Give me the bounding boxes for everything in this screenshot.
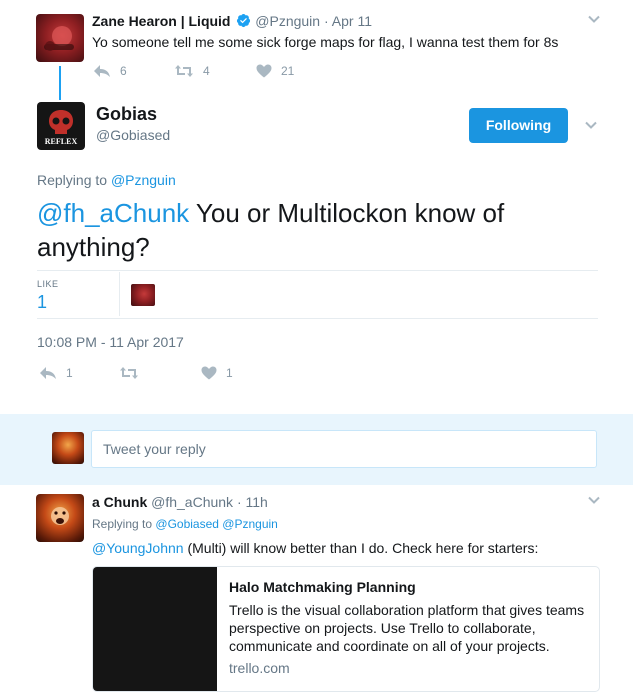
- retweet-icon: [175, 65, 193, 77]
- parent-tweet-header: Zane Hearon | Liquid @Pznguin · Apr 11: [92, 13, 372, 31]
- reply-tweet-text: @YoungJohnn (Multi) will know better tha…: [92, 540, 538, 556]
- stats-top-divider: [37, 270, 598, 271]
- reply-tweet-mention[interactable]: @YoungJohnn: [92, 540, 184, 556]
- card-domain: trello.com: [229, 660, 290, 676]
- parent-author-handle[interactable]: @Pznguin: [255, 13, 320, 29]
- stats-vertical-divider: [119, 272, 120, 316]
- replying-to-link-gobiased[interactable]: @Gobiased: [155, 517, 219, 531]
- main-tweet-mention[interactable]: @fh_aChunk: [37, 198, 189, 228]
- liker-avatar[interactable]: [131, 284, 155, 306]
- link-preview-card[interactable]: Halo Matchmaking Planning Trello is the …: [92, 566, 600, 692]
- heart-icon: [201, 366, 217, 380]
- reply-tweet-body: (Multi) will know better than I do. Chec…: [183, 540, 539, 556]
- main-replying-to: Replying to @Pznguin: [37, 172, 176, 188]
- avatar-achunk[interactable]: [36, 494, 84, 542]
- card-body: Halo Matchmaking Planning Trello is the …: [229, 579, 593, 676]
- following-button[interactable]: Following: [469, 108, 568, 143]
- parent-tweet-date[interactable]: Apr 11: [332, 13, 372, 29]
- reply-tweet-header: a Chunk @fh_aChunk · 11h: [92, 494, 268, 510]
- reply-icon: [40, 367, 56, 379]
- main-like-action[interactable]: 1: [201, 366, 233, 380]
- reply-author-name[interactable]: a Chunk: [92, 494, 147, 510]
- replying-to-link-pznguin[interactable]: @Pznguin: [222, 517, 278, 531]
- main-author-handle[interactable]: @Gobiased: [96, 127, 170, 143]
- reply-icon: [94, 65, 110, 77]
- verified-badge-icon: [236, 13, 251, 31]
- replying-to-link[interactable]: @Pznguin: [111, 172, 176, 188]
- reply-tweet-date[interactable]: 11h: [246, 494, 268, 510]
- card-thumbnail: [93, 567, 217, 691]
- tweet-reply-input[interactable]: Tweet your reply: [91, 430, 597, 468]
- parent-author-name[interactable]: Zane Hearon | Liquid: [92, 13, 230, 29]
- header-separator: ·: [236, 494, 242, 510]
- heart-icon: [256, 64, 272, 78]
- retweet-icon: [120, 367, 138, 379]
- like-stat-label: LIKE: [37, 279, 59, 289]
- header-separator: ·: [323, 13, 329, 29]
- replying-to-label: Replying to: [37, 172, 108, 188]
- parent-more-chevron-icon[interactable]: [587, 12, 601, 26]
- avatar-zane[interactable]: [36, 14, 84, 62]
- main-reply-action[interactable]: 1: [39, 366, 73, 380]
- reply-more-chevron-icon[interactable]: [587, 493, 601, 507]
- stats-bottom-divider: [37, 318, 598, 319]
- main-tweet-timestamp[interactable]: 10:08 PM - 11 Apr 2017: [37, 334, 184, 350]
- thread-connector: [59, 66, 61, 100]
- replying-to-label: Replying to: [92, 517, 153, 531]
- current-user-avatar[interactable]: [52, 432, 84, 464]
- main-tweet-text: @fh_aChunk You or Multilockon know of an…: [37, 196, 577, 264]
- parent-retweet-count: 4: [203, 64, 210, 78]
- parent-retweet-action[interactable]: 4: [174, 64, 210, 78]
- card-description: Trello is the visual collaboration platf…: [229, 602, 585, 654]
- main-author-name[interactable]: Gobias: [96, 104, 157, 125]
- avatar-gobias[interactable]: REFLEX: [37, 102, 85, 150]
- like-stat-value[interactable]: 1: [37, 292, 47, 313]
- parent-tweet-text: Yo someone tell me some sick forge maps …: [92, 34, 559, 50]
- avatar-art: [44, 26, 74, 51]
- avatar-logo-text: REFLEX: [44, 137, 78, 146]
- parent-reply-action[interactable]: 6: [93, 64, 127, 78]
- parent-like-count: 21: [281, 64, 295, 78]
- main-retweet-action[interactable]: [119, 366, 139, 380]
- card-title: Halo Matchmaking Planning: [229, 579, 416, 595]
- main-more-chevron-icon[interactable]: [584, 118, 598, 132]
- main-like-count: 1: [226, 366, 233, 380]
- reply-replying-to: Replying to @Gobiased @Pznguin: [92, 517, 278, 531]
- parent-reply-count: 6: [120, 64, 127, 78]
- avatar-art: [51, 507, 69, 525]
- reply-author-handle[interactable]: @fh_aChunk: [151, 494, 233, 510]
- parent-like-action[interactable]: 21: [256, 64, 294, 78]
- main-reply-count: 1: [66, 366, 73, 380]
